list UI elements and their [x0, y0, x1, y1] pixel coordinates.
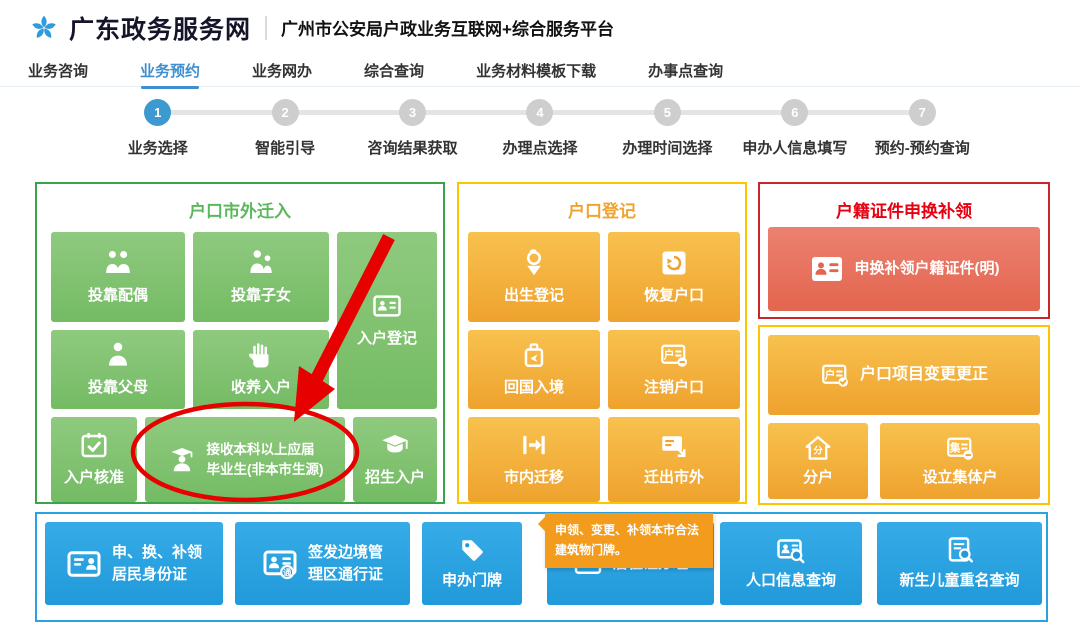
tile-newborn-name-query[interactable]: 新生儿童重名查询: [877, 522, 1042, 605]
family-icon: [246, 248, 276, 278]
hand-icon: [246, 340, 276, 370]
card-out-arrow-icon: [659, 430, 689, 460]
section-household-registration: 户口登记 出生登记 恢复户口 回国入境 注销户口 市内迁移 迁出市外: [457, 182, 747, 504]
luggage-icon: [519, 340, 549, 370]
baby-icon: [519, 248, 549, 278]
nav-item-material-template-download[interactable]: 业务材料模板下载: [476, 60, 596, 81]
tile-restore-household[interactable]: 恢复户口: [608, 232, 740, 322]
tile-rely-children[interactable]: 投靠子女: [193, 232, 329, 322]
step-3-consult-result: 3 咨询结果获取: [349, 99, 476, 158]
door-plate-tooltip: 申领、变更、补领本市合法建筑物门牌。: [545, 513, 713, 568]
tile-apply-door-plate[interactable]: 申办门牌: [422, 522, 522, 605]
tile-household-item-change[interactable]: 户口项目变更更正: [768, 335, 1040, 415]
step-2-smart-guide: 2 智能引导: [221, 99, 348, 158]
tile-cancel-household[interactable]: 注销户口: [608, 330, 740, 409]
step-6-applicant-info: 6 申办人信息填写: [731, 99, 858, 158]
card-group-minus-icon: [945, 433, 975, 463]
tile-intracity-move[interactable]: 市内迁移: [468, 417, 600, 502]
house-icon: [803, 433, 833, 463]
app-header: 广东政务服务网 广州市公安局户政业务互联网+综合服务平台: [0, 0, 1080, 55]
gdzwfw-logo-flower-icon: [28, 12, 60, 44]
nav-item-business-online[interactable]: 业务网办: [252, 60, 312, 81]
section-certificate-title: 户籍证件申换补领: [760, 184, 1048, 222]
step-5-time-select: 5 办理时间选择: [604, 99, 731, 158]
section-household-changes: 户口项目变更更正 分户 设立集体户: [758, 325, 1050, 505]
brand-title: 广东政务服务网: [69, 10, 251, 46]
card-search-icon: [776, 535, 806, 565]
step-4-location-select: 4 办理点选择: [476, 99, 603, 158]
tile-replace-household-certificate[interactable]: 申换补领户籍证件(明): [768, 227, 1040, 311]
section-certificate-replacement: 户籍证件申换补领 申换补领户籍证件(明): [758, 182, 1050, 319]
nav-item-comprehensive-query[interactable]: 综合查询: [364, 60, 424, 81]
person-icon: [103, 340, 133, 370]
tile-id-card-services[interactable]: 申、换、补领 居民身份证: [45, 522, 223, 605]
tile-setup-collective-household[interactable]: 设立集体户: [880, 423, 1040, 499]
tile-population-info-query[interactable]: 人口信息查询: [720, 522, 862, 605]
card-minus-icon: [659, 340, 689, 370]
step-7-appointment-query: 7 预约-预约查询: [859, 99, 986, 158]
section-migration-into-city: 户口市外迁入 投靠配偶 投靠子女 入户登记 投靠父母 收养入户 入户核准 接收本…: [35, 182, 445, 504]
tile-entry-approval[interactable]: 入户核准: [51, 417, 137, 502]
calendar-check-icon: [79, 430, 109, 460]
id-card-icon: [372, 291, 402, 321]
header-divider: [265, 16, 267, 40]
tile-adoption-entry[interactable]: 收养入户: [193, 330, 329, 409]
nav-item-business-consult[interactable]: 业务咨询: [28, 60, 88, 81]
nav-item-business-appointment[interactable]: 业务预约: [140, 60, 200, 81]
tile-graduate-recruitment[interactable]: 接收本科以上应届 毕业生(非本市生源): [145, 417, 345, 502]
pass-card-icon: [262, 546, 298, 582]
tile-rely-parents[interactable]: 投靠父母: [51, 330, 185, 409]
card-check-icon: [820, 360, 850, 390]
nav-item-service-point-query[interactable]: 办事点查询: [648, 60, 723, 81]
id-card-filled-icon: [809, 251, 845, 287]
tile-birth-registration[interactable]: 出生登记: [468, 232, 600, 322]
tile-moveout-city[interactable]: 迁出市外: [608, 417, 740, 502]
step-1-business-select: 1 业务选择: [94, 99, 221, 158]
step-indicator: 1 业务选择 2 智能引导 3 咨询结果获取 4 办理点选择 5 办理时间选择 …: [94, 99, 986, 158]
tile-split-household[interactable]: 分户: [768, 423, 868, 499]
section-migration-title: 户口市外迁入: [37, 184, 443, 222]
restore-icon: [659, 248, 689, 278]
couple-icon: [103, 248, 133, 278]
tile-rely-spouse[interactable]: 投靠配偶: [51, 232, 185, 322]
platform-subtitle: 广州市公安局户政业务互联网+综合服务平台: [281, 15, 614, 40]
tile-border-pass[interactable]: 签发边境管 理区通行证: [235, 522, 410, 605]
main-nav: 业务咨询 业务预约 业务网办 综合查询 业务材料模板下载 办事点查询: [0, 55, 1080, 87]
tile-student-enrollment[interactable]: 招生入户: [353, 417, 437, 502]
graduation-cap-icon: [380, 430, 410, 460]
tile-household-register[interactable]: 入户登记: [337, 232, 437, 409]
section-registration-title: 户口登记: [459, 184, 745, 222]
doc-search-icon: [945, 535, 975, 565]
id-card-lines-icon: [66, 546, 102, 582]
graduate-icon: [167, 445, 197, 475]
tile-return-entry[interactable]: 回国入境: [468, 330, 600, 409]
transfer-icon: [519, 430, 549, 460]
tag-icon: [457, 535, 487, 565]
